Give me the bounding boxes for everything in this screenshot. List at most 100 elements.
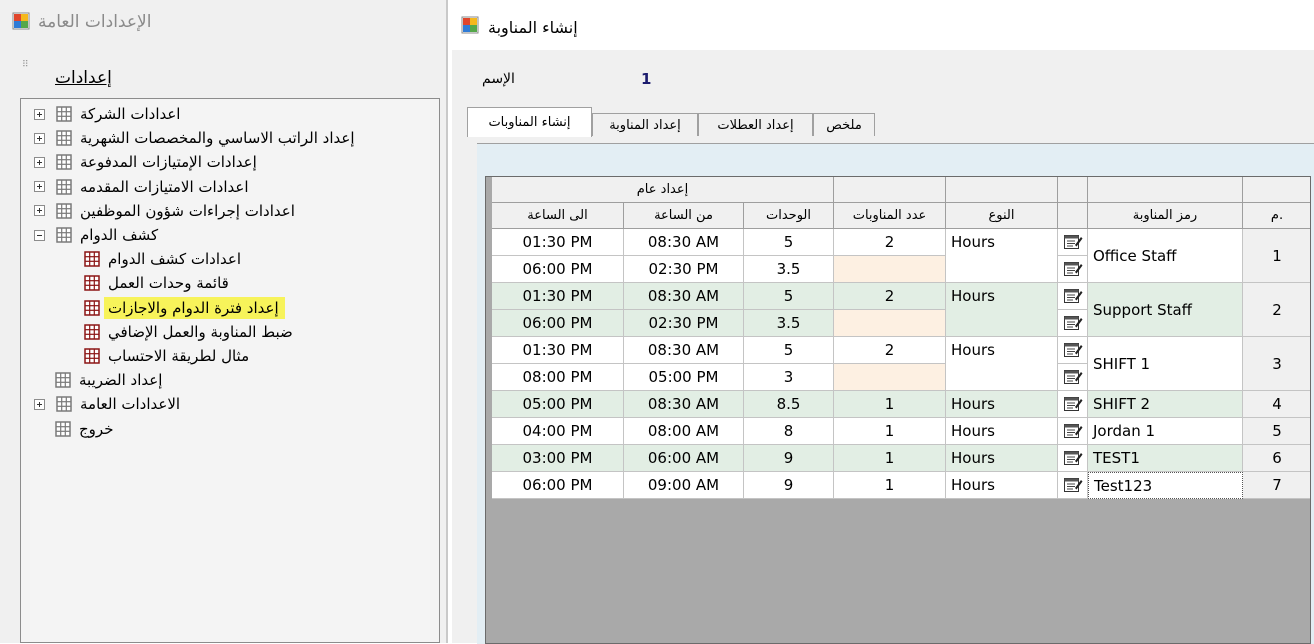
from-time-cell[interactable]: 08:30 AM (624, 229, 744, 256)
shift-code-cell[interactable]: SHIFT 1 (1088, 337, 1243, 391)
from-time-cell[interactable]: 08:30 AM (624, 337, 744, 364)
expand-plus-icon[interactable] (34, 398, 45, 410)
row-number[interactable]: 7 (1243, 472, 1310, 499)
edit-form-icon[interactable] (1063, 287, 1083, 305)
grid-column-header[interactable]: الوحدات (744, 203, 834, 229)
settings-tree[interactable]: اعدادات الشركة إعداد الراتب الاساسي والمخ… (20, 98, 440, 643)
shift-count-cell[interactable]: 1 (834, 472, 946, 499)
tree-item[interactable]: قائمة وحدات العمل (84, 272, 229, 294)
from-time-cell[interactable]: 02:30 PM (624, 256, 744, 283)
tree-item[interactable]: اعدادات كشف الدوام (84, 248, 241, 270)
shift-count-empty-cell[interactable] (834, 364, 946, 391)
edit-icon-cell[interactable] (1058, 283, 1088, 310)
shift-count-cell[interactable]: 1 (834, 391, 946, 418)
to-time-cell[interactable]: 05:00 PM (492, 391, 624, 418)
edit-form-icon[interactable] (1063, 449, 1083, 467)
tree-item[interactable]: إعداد الراتب الاساسي والمخصصات الشهرية (34, 127, 355, 149)
shift-type-cell[interactable]: Hours (946, 472, 1058, 499)
edit-icon-cell[interactable] (1058, 445, 1088, 472)
units-cell[interactable]: 8.5 (744, 391, 834, 418)
shift-type-cell[interactable]: Hours (946, 337, 1058, 391)
grid-column-header[interactable]: عدد المناوبات (834, 203, 946, 229)
shift-count-cell[interactable]: 2 (834, 283, 946, 310)
edit-icon-cell[interactable] (1058, 310, 1088, 337)
to-time-cell[interactable]: 06:00 PM (492, 310, 624, 337)
tree-item[interactable]: اعدادات الامتيازات المقدمه (34, 176, 249, 198)
grid-column-header[interactable]: النوع (946, 203, 1058, 229)
tree-item[interactable]: الاعدادات العامة (34, 393, 180, 415)
grid-column-header[interactable]: م. (1243, 203, 1310, 229)
edit-form-icon[interactable] (1063, 341, 1083, 359)
units-cell[interactable]: 9 (744, 445, 834, 472)
grid-column-header[interactable] (1058, 203, 1088, 229)
expand-plus-icon[interactable] (34, 108, 45, 120)
from-time-cell[interactable]: 08:00 AM (624, 418, 744, 445)
tree-item[interactable]: اعدادات الشركة (34, 103, 180, 125)
shift-type-cell[interactable]: Hours (946, 229, 1058, 283)
edit-form-icon[interactable] (1063, 395, 1083, 413)
shift-type-cell[interactable]: Hours (946, 445, 1058, 472)
edit-icon-cell[interactable] (1058, 337, 1088, 364)
collapse-minus-icon[interactable] (34, 229, 45, 241)
row-number[interactable]: 4 (1243, 391, 1310, 418)
shift-count-cell[interactable]: 1 (834, 418, 946, 445)
to-time-cell[interactable]: 03:00 PM (492, 445, 624, 472)
from-time-cell[interactable]: 09:00 AM (624, 472, 744, 499)
edit-icon-cell[interactable] (1058, 472, 1088, 499)
tree-item[interactable]: كشف الدوام (34, 224, 158, 246)
edit-form-icon[interactable] (1063, 368, 1083, 386)
shift-type-cell[interactable]: Hours (946, 418, 1058, 445)
to-time-cell[interactable]: 06:00 PM (492, 256, 624, 283)
edit-form-icon[interactable] (1063, 476, 1083, 494)
tab-summary[interactable]: ملخص (813, 113, 875, 136)
from-time-cell[interactable]: 05:00 PM (624, 364, 744, 391)
from-time-cell[interactable]: 02:30 PM (624, 310, 744, 337)
tree-item[interactable]: إعداد فترة الدوام والاجازات (84, 296, 285, 319)
units-cell[interactable]: 9 (744, 472, 834, 499)
to-time-cell[interactable]: 01:30 PM (492, 337, 624, 364)
shift-code-cell[interactable]: Office Staff (1088, 229, 1243, 283)
tree-item[interactable]: ضبط المناوبة والعمل الإضافي (84, 321, 293, 343)
tree-item[interactable]: إعدادات الإمتيازات المدفوعة (34, 151, 257, 173)
shifts-grid[interactable]: إعداد عام م. رمز المناوبة النوع عدد المناوبا… (485, 176, 1311, 644)
from-time-cell[interactable]: 08:30 AM (624, 283, 744, 310)
units-cell[interactable]: 5 (744, 283, 834, 310)
row-number[interactable]: 6 (1243, 445, 1310, 472)
shift-code-cell[interactable]: Support Staff (1088, 283, 1243, 337)
tab-holidays-setup[interactable]: إعداد العطلات (698, 113, 813, 136)
to-time-cell[interactable]: 04:00 PM (492, 418, 624, 445)
to-time-cell[interactable]: 01:30 PM (492, 283, 624, 310)
shift-code-cell[interactable]: TEST1 (1088, 445, 1243, 472)
from-time-cell[interactable]: 08:30 AM (624, 391, 744, 418)
units-cell[interactable]: 3.5 (744, 256, 834, 283)
edit-form-icon[interactable] (1063, 422, 1083, 440)
expand-plus-icon[interactable] (34, 156, 45, 168)
shift-type-cell[interactable]: Hours (946, 391, 1058, 418)
grid-column-header[interactable]: من الساعة (624, 203, 744, 229)
tree-item[interactable]: خروج (55, 418, 113, 440)
shift-type-cell[interactable]: Hours (946, 283, 1058, 337)
edit-icon-cell[interactable] (1058, 418, 1088, 445)
shift-count-cell[interactable]: 1 (834, 445, 946, 472)
edit-icon-cell[interactable] (1058, 256, 1088, 283)
shift-count-empty-cell[interactable] (834, 256, 946, 283)
edit-form-icon[interactable] (1063, 260, 1083, 278)
expand-plus-icon[interactable] (34, 181, 45, 193)
shift-code-cell[interactable]: SHIFT 2 (1088, 391, 1243, 418)
to-time-cell[interactable]: 08:00 PM (492, 364, 624, 391)
shift-code-cell[interactable]: Test123 (1088, 472, 1243, 499)
grid-column-header[interactable]: رمز المناوبة (1088, 203, 1243, 229)
expand-plus-icon[interactable] (34, 205, 45, 217)
units-cell[interactable]: 3.5 (744, 310, 834, 337)
row-number[interactable]: 5 (1243, 418, 1310, 445)
row-number[interactable]: 2 (1243, 283, 1310, 337)
edit-icon-cell[interactable] (1058, 229, 1088, 256)
units-cell[interactable]: 3 (744, 364, 834, 391)
shift-count-cell[interactable]: 2 (834, 229, 946, 256)
to-time-cell[interactable]: 06:00 PM (492, 472, 624, 499)
edit-icon-cell[interactable] (1058, 391, 1088, 418)
shift-count-cell[interactable]: 2 (834, 337, 946, 364)
units-cell[interactable]: 5 (744, 229, 834, 256)
tab-shift-setup[interactable]: إعداد المناوبة (592, 113, 698, 136)
tree-item[interactable]: مثال لطريقة الاحتساب (84, 345, 249, 367)
